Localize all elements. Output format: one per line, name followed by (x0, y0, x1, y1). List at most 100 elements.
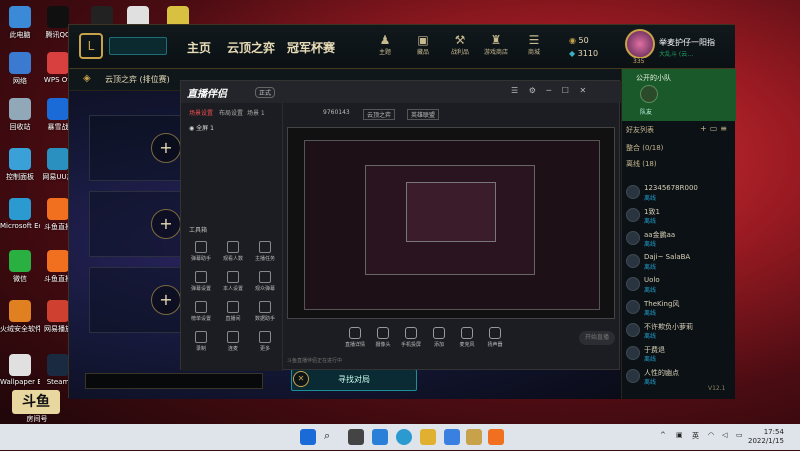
tray-chevron-icon[interactable]: ^ (660, 431, 666, 439)
friend-row[interactable]: 12345678R000 离线 (622, 183, 736, 205)
desktop-shortcut[interactable]: 网络 (0, 52, 40, 86)
stream-control-button[interactable]: 手机投屏 (399, 327, 423, 348)
search-icon[interactable]: ⌕ (324, 429, 340, 445)
toolbox-item[interactable]: 数据助手 (251, 301, 279, 322)
volume-icon[interactable]: ◁ (722, 431, 727, 439)
find-match-button[interactable]: 寻找对局 (291, 369, 417, 391)
friend-row[interactable]: aa金鹏aa 离线 (622, 229, 736, 251)
invite-slot-button[interactable]: + (151, 209, 181, 239)
window-controls[interactable]: ☰ ⚙ ─ ☐ ✕ (511, 86, 590, 95)
invite-slot-button[interactable]: + (151, 285, 181, 315)
stream-control-button[interactable]: 扬声器 (483, 327, 507, 348)
tab-layout[interactable]: 布局设置 (219, 108, 243, 117)
wifi-icon[interactable]: ◠ (708, 431, 714, 439)
play-button[interactable] (109, 37, 167, 55)
stream-control-button[interactable]: 麦克风 (455, 327, 479, 348)
friend-row[interactable]: TheKing风 离线 (622, 298, 736, 320)
app-icon (9, 250, 31, 272)
lol-logo-icon[interactable]: L (79, 33, 103, 59)
desktop-shortcut-label: 此电脑 (9, 31, 31, 39)
app-icon (47, 6, 69, 28)
task-view-icon[interactable] (348, 429, 364, 445)
ime-lang[interactable]: 英 (692, 431, 699, 441)
start-live-button[interactable]: 开始直播 (579, 331, 615, 345)
desktop-shortcut[interactable]: 微信 (0, 250, 40, 284)
friend-row[interactable]: 于费退 离线 (622, 344, 736, 366)
rp-icon: ◆ (569, 49, 576, 58)
desktop-shortcut[interactable]: 火绒安全软件 (0, 300, 40, 334)
avatar[interactable] (625, 29, 655, 59)
friend-row[interactable]: 1致1 离线 (622, 206, 736, 228)
nav-tft[interactable]: 云顶之弈 (227, 39, 275, 56)
invite-slot-button[interactable]: + (151, 133, 181, 163)
toolbox-item[interactable]: 弹幕助手 (187, 241, 215, 262)
clock[interactable]: 17:54 2022/1/15 (748, 428, 784, 446)
streamer-companion-window: 直播伴侣 正式 ☰ ⚙ ─ ☐ ✕ 场景设置 布局设置 场景 1 ◉ 全屏 1 … (180, 80, 621, 371)
friends-toolbar[interactable]: +▭≡ (700, 124, 730, 133)
folder-icon[interactable]: ▭ (710, 124, 721, 133)
category-chip[interactable]: 云顶之弈 (363, 109, 396, 120)
battery-icon[interactable]: ▭ (736, 431, 743, 439)
control-label: 摄像头 (375, 342, 391, 348)
app-icon (9, 52, 31, 74)
group-online[interactable]: 整合 (0/18) (626, 143, 663, 153)
toolbox-item[interactable]: 本人设置 (219, 271, 247, 292)
desktop-shortcut[interactable]: 回收站 (0, 98, 40, 132)
desktop-shortcut[interactable]: 控制面板 (0, 148, 40, 182)
tool-icon (195, 301, 207, 313)
topnav-store[interactable]: ☰ 商城 (521, 33, 547, 56)
tool-icon (227, 331, 239, 343)
source-item[interactable]: ◉ 全屏 1 (189, 123, 214, 132)
league-icon[interactable] (466, 429, 482, 445)
nav-clash[interactable]: 冠军杯赛 (287, 39, 335, 56)
sort-icon[interactable]: ≡ (720, 124, 730, 133)
toolbox-item[interactable]: 录制 (187, 331, 215, 352)
stream-preview (287, 127, 615, 319)
tool-label: 本人设置 (222, 286, 243, 292)
topnav-profile[interactable]: ♟ 主题 (372, 33, 398, 56)
tab-scene-settings[interactable]: 场景设置 (189, 108, 213, 117)
stream-control-button[interactable]: 摄像头 (371, 327, 395, 348)
start-icon[interactable] (300, 429, 316, 445)
stream-control-button[interactable]: 直播详情 (343, 327, 367, 348)
app-icon (9, 148, 31, 170)
explorer-icon[interactable] (420, 429, 436, 445)
nav-home[interactable]: 主页 (187, 39, 211, 56)
toolbox-item[interactable]: 弹幕设置 (187, 271, 215, 292)
add-friend-icon[interactable]: + (700, 124, 710, 133)
close-icon[interactable]: ✕ (293, 371, 309, 387)
lobby-chat-input[interactable] (85, 373, 263, 389)
topnav-collection[interactable]: ▣ 藏品 (410, 33, 436, 56)
edge-icon[interactable] (396, 429, 412, 445)
friend-avatar (626, 277, 640, 291)
topnav-shop[interactable]: ♜ 游戏商店 (483, 33, 509, 56)
topnav-loot[interactable]: ⚒ 战利品 (447, 33, 473, 56)
toolbox-item[interactable]: 更多 (251, 331, 279, 352)
friend-row[interactable]: Daji~ SalaBA 离线 (622, 252, 736, 274)
friend-row[interactable]: 不许欺负小萝莉 离线 (622, 321, 736, 343)
friend-avatar (626, 208, 640, 222)
group-offline[interactable]: 离线 (18) (626, 159, 657, 169)
toolbox-item[interactable]: 观众弹幕 (251, 271, 279, 292)
desktop-shortcut[interactable]: 此电脑 (0, 6, 40, 40)
player-profile[interactable]: 335 举麦护仔一阳指 大乱斗 (云… (621, 29, 735, 69)
control-icon (461, 327, 473, 339)
widgets-icon[interactable] (372, 429, 388, 445)
eye-icon[interactable]: ◉ (189, 125, 194, 132)
desktop-shortcut[interactable]: Microsoft Edge (0, 198, 40, 230)
toolbox-item[interactable]: 榜单设置 (187, 301, 215, 322)
tray-network-icon[interactable]: ▣ (676, 431, 683, 439)
friend-row[interactable]: Uolo 离线 (622, 275, 736, 297)
game-chip[interactable]: 英雄联盟 (407, 109, 440, 120)
store-icon[interactable] (444, 429, 460, 445)
toolbox-item[interactable]: 连麦 (219, 331, 247, 352)
desktop-shortcut[interactable]: Wallpaper Engine (0, 354, 40, 386)
tab-scene-1[interactable]: 场景 1 (247, 108, 265, 117)
stream-control-button[interactable]: 添加 (427, 327, 451, 348)
toolbox-item[interactable]: 直播间 (219, 301, 247, 322)
douyu-icon[interactable] (488, 429, 504, 445)
blue-essence-icon: ◉ (569, 36, 576, 45)
toolbox-item[interactable]: 观看人数 (219, 241, 247, 262)
app-icon (47, 354, 69, 376)
toolbox-item[interactable]: 主播任务 (251, 241, 279, 262)
